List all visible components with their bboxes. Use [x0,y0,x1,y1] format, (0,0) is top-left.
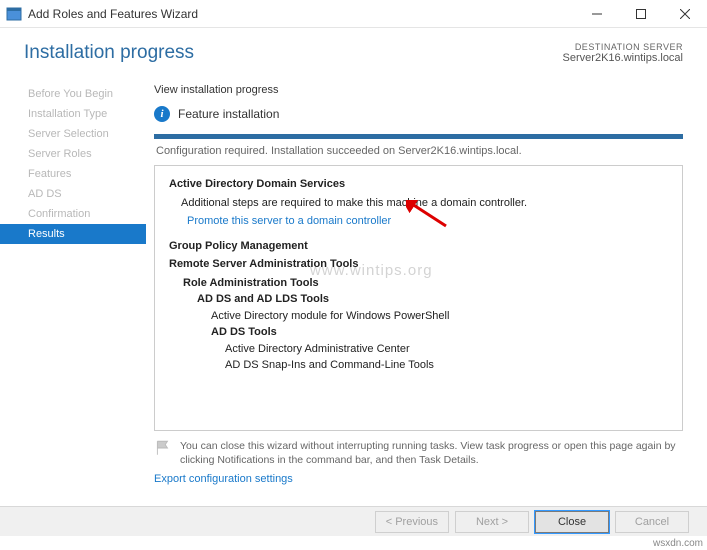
sidebar-item-server-roles: Server Roles [0,144,146,164]
destination-server-name: Server2K16.wintips.local [563,52,683,64]
sidebar-item-server-selection: Server Selection [0,124,146,144]
results-box[interactable]: Active Directory Domain Services Additio… [154,165,683,431]
minimize-button[interactable] [575,0,619,28]
admod-label: Active Directory module for Windows Powe… [211,308,668,325]
close-button[interactable] [663,0,707,28]
sidebar-item-results: Results [0,224,146,244]
view-progress-label: View installation progress [154,84,683,96]
previous-button: < Previous [375,511,449,533]
page-title: Installation progress [24,42,194,64]
adds-tools-label: AD DS Tools [211,324,668,341]
sidebar-item-confirmation: Confirmation [0,204,146,224]
configuration-message: Configuration required. Installation suc… [154,145,683,157]
gpm-label: Group Policy Management [169,238,668,255]
site-credit: wsxdn.com [653,538,703,549]
close-wizard-button[interactable]: Close [535,511,609,533]
sidebar-item-features: Features [0,164,146,184]
snapins-label: AD DS Snap-Ins and Command-Line Tools [225,357,668,374]
titlebar: Add Roles and Features Wizard [0,0,707,28]
lds-label: AD DS and AD LDS Tools [197,291,668,308]
watermark: www.wintips.org [310,262,433,279]
promote-server-link[interactable]: Promote this server to a domain controll… [187,213,391,230]
titlebar-text: Add Roles and Features Wizard [28,7,575,21]
wizard-steps-sidebar: Before You Begin Installation Type Serve… [0,72,146,485]
wizard-icon [6,6,22,22]
feature-installation-status: Feature installation [178,107,279,121]
next-button: Next > [455,511,529,533]
sidebar-item-ad-ds: AD DS [0,184,146,204]
adac-label: Active Directory Administrative Center [225,341,668,358]
hint-row: You can close this wizard without interr… [154,439,683,467]
hint-text: You can close this wizard without interr… [180,439,683,467]
flag-icon [154,439,172,457]
cancel-button: Cancel [615,511,689,533]
adds-title: Active Directory Domain Services [169,176,668,193]
adds-subtext: Additional steps are required to make th… [181,195,668,212]
info-icon: i [154,106,170,122]
destination-label: DESTINATION SERVER [563,42,683,52]
sidebar-item-before-you-begin: Before You Begin [0,84,146,104]
export-config-link[interactable]: Export configuration settings [154,473,683,485]
maximize-button[interactable] [619,0,663,28]
destination-server: DESTINATION SERVER Server2K16.wintips.lo… [563,42,683,64]
sidebar-item-installation-type: Installation Type [0,104,146,124]
progress-bar [154,134,683,139]
wizard-footer: < Previous Next > Close Cancel [0,506,707,536]
